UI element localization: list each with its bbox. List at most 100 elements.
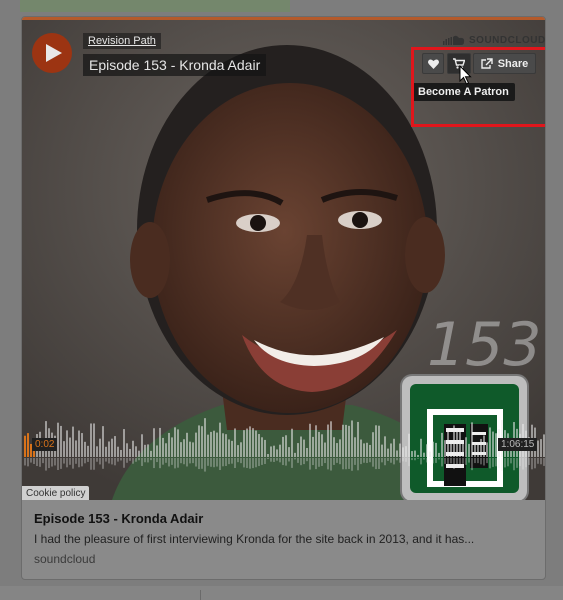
waveform-reflection [507, 458, 509, 467]
waveform-bar [354, 437, 356, 457]
waveform-bar [489, 427, 491, 457]
waveform-bar [201, 426, 203, 457]
waveform-reflection [210, 458, 212, 467]
waveform-reflection [75, 458, 77, 464]
waveform-reflection [147, 458, 149, 463]
waveform-bar [174, 427, 176, 457]
waveform-reflection [480, 458, 482, 465]
waveform-reflection [324, 458, 326, 464]
cookie-policy-link[interactable]: Cookie policy [22, 486, 90, 500]
waveform-reflection [33, 458, 35, 464]
waveform-scrubber[interactable] [22, 415, 545, 475]
uploader-link[interactable]: Revision Path [83, 33, 161, 49]
waveform-bar [486, 442, 488, 457]
waveform-bar [333, 437, 335, 457]
track-title-link[interactable]: Episode 153 - Kronda Adair [83, 54, 267, 76]
waveform-reflection [501, 458, 503, 471]
waveform-reflection [126, 458, 128, 463]
waveform-reflection [435, 458, 437, 463]
waveform-reflection [120, 458, 122, 461]
waveform-bar [180, 442, 182, 457]
waveform-reflection [216, 458, 218, 467]
waveform-reflection [348, 458, 350, 469]
waveform-bar [282, 436, 284, 457]
waveform-reflection [51, 458, 53, 467]
waveform-reflection [234, 458, 236, 468]
waveform-bar [69, 437, 71, 457]
waveform-reflection [288, 458, 290, 462]
waveform-reflection [162, 458, 164, 465]
waveform-bar [171, 437, 173, 457]
waveform-bar [318, 431, 320, 457]
waveform-bar [111, 438, 113, 457]
waveform-bar [390, 443, 392, 457]
waveform-bar [363, 443, 365, 457]
waveform-bar [459, 431, 461, 457]
soundcloud-brand-link[interactable]: SOUNDCLOUD [443, 35, 545, 46]
artwork-episode-number: 153 [427, 310, 542, 380]
waveform-bar [99, 438, 101, 457]
waveform-reflection [48, 458, 50, 469]
waveform-reflection [138, 458, 140, 461]
waveform-reflection [252, 458, 254, 469]
waveform-reflection [303, 458, 305, 465]
waveform-bar [84, 441, 86, 457]
waveform-bar [126, 443, 128, 457]
waveform-bar [372, 432, 374, 457]
waveform-reflection [339, 458, 341, 465]
waveform-reflection [222, 458, 224, 467]
waveform-reflection [459, 458, 461, 467]
play-button[interactable] [32, 33, 72, 73]
waveform-reflection [282, 458, 284, 466]
waveform-reflection [228, 458, 230, 465]
waveform-reflection [381, 458, 383, 463]
waveform-reflection [414, 458, 416, 461]
waveform-reflection [96, 458, 98, 462]
waveform-bar [402, 447, 404, 457]
waveform-reflection [63, 458, 65, 464]
waveform-reflection [294, 458, 296, 460]
waveform-reflection [60, 458, 62, 469]
waveform-bar [306, 447, 308, 457]
waveform-reflection [432, 458, 434, 464]
waveform-bar [324, 442, 326, 457]
waveform-bar [285, 435, 287, 457]
soundcloud-player[interactable]: Revision Path Episode 153 - Kronda Adair… [22, 20, 545, 500]
waveform-bar [336, 443, 338, 457]
waveform-reflection [450, 458, 452, 464]
waveform-reflection [399, 458, 401, 463]
waveform-reflection [513, 458, 515, 471]
waveform-bar [327, 424, 329, 457]
waveform-bar [159, 427, 161, 457]
waveform-reflection [174, 458, 176, 469]
waveform-reflection [453, 458, 455, 470]
waveform-bar [294, 452, 296, 457]
waveform-bar [255, 430, 257, 457]
waveform-bar [408, 433, 410, 457]
waveform-reflection [243, 458, 245, 468]
waveform-reflection [411, 458, 413, 461]
waveform-reflection [528, 458, 530, 465]
waveform-bar [24, 435, 26, 457]
waveform-reflection [375, 458, 377, 470]
waveform-bar [366, 442, 368, 457]
waveform-reflection [423, 458, 425, 460]
waveform-bar [186, 432, 188, 457]
waveform-bar [237, 445, 239, 457]
waveform-reflection [81, 458, 83, 467]
waveform-reflection [318, 458, 320, 467]
soundcloud-embed-card: Revision Path Episode 153 - Kronda Adair… [21, 16, 546, 580]
waveform-bar [345, 424, 347, 457]
waveform-bar [243, 430, 245, 457]
waveform-reflection [492, 458, 494, 467]
waveform-reflection [357, 458, 359, 471]
waveform-bar [279, 444, 281, 457]
waveform-reflection [90, 458, 92, 470]
waveform-bar [132, 440, 134, 457]
waveform-reflection [531, 458, 533, 470]
waveform-reflection [117, 458, 119, 462]
meta-title[interactable]: Episode 153 - Kronda Adair [34, 511, 539, 526]
waveform-reflection [267, 458, 269, 460]
waveform-bar [135, 446, 137, 457]
waveform-reflection [417, 458, 419, 459]
